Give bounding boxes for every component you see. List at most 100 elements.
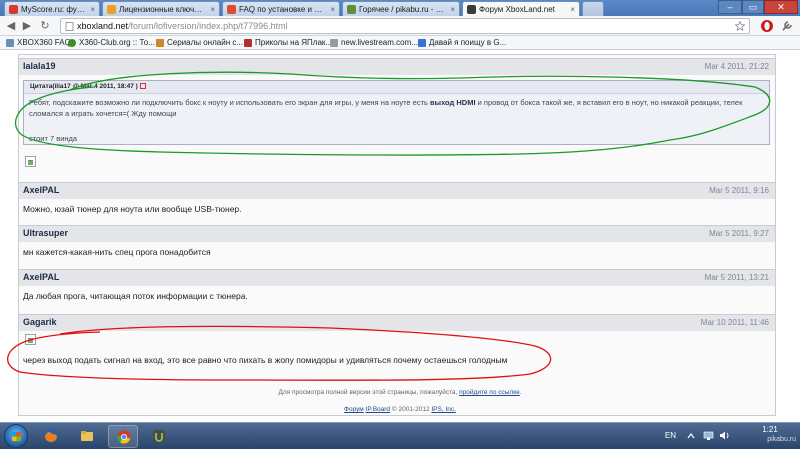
taskbar-utorrent[interactable]: [144, 425, 174, 448]
bookmark-google[interactable]: Давай я поищу в G...: [418, 37, 506, 49]
broken-image-icon: [25, 334, 36, 345]
bookmark-label: Давай я поищу в G...: [429, 38, 507, 47]
post-header: AxelPAL Mar 5 2011, 9:16: [19, 182, 775, 199]
quote-link-icon[interactable]: [139, 83, 146, 90]
bookmark-label: Сериалы онлайн с...: [167, 38, 243, 47]
post-author[interactable]: AxelPAL: [23, 185, 59, 195]
quote-bold-text: выход HDMI: [430, 98, 476, 107]
tab-pikabu[interactable]: Горячее / pikabu.ru - Все ×: [342, 1, 460, 16]
tab-label: MyScore.ru: футбол онлайн: [21, 5, 85, 14]
url-path: /forum/lofiversion/index.php/t77996.html: [128, 21, 288, 31]
opera-extension-icon[interactable]: [760, 19, 774, 33]
taskbar-firefox[interactable]: [36, 425, 66, 448]
close-tab-icon[interactable]: ×: [330, 2, 335, 16]
bookmark-label: X360-Club.org :: То...: [79, 38, 155, 47]
forward-icon[interactable]: ▶: [20, 19, 34, 33]
close-tab-icon[interactable]: ×: [210, 2, 215, 16]
close-tab-icon[interactable]: ×: [570, 2, 575, 16]
reload-icon[interactable]: ↻: [38, 19, 52, 33]
post-author[interactable]: lalala19: [23, 61, 56, 71]
post-author[interactable]: Gagarik: [23, 317, 57, 327]
xboxland-favicon-icon: [467, 5, 476, 14]
page-favicon-icon: [330, 39, 338, 47]
broken-image-icon: [25, 156, 36, 167]
taskbar-chrome[interactable]: [108, 425, 138, 448]
quote-text-part: Ребят, подскажите возможно ли подключить…: [29, 98, 431, 107]
wrench-menu-icon[interactable]: [780, 19, 794, 33]
tab-steam-keys[interactable]: Лицензионные ключи Steam ×: [102, 1, 220, 16]
bookmark-label: XBOX360 FAQ: [17, 38, 71, 47]
chrome-icon: [117, 430, 131, 444]
full-version-notice: Для просмотра полной версии этой страниц…: [278, 389, 522, 396]
post-date: Mar 5 2011, 9:16: [709, 186, 769, 195]
full-version-text: Для просмотра полной версии этой страниц…: [278, 389, 460, 396]
bookmark-x360-club[interactable]: X360-Club.org :: То...: [68, 37, 155, 49]
page-favicon-icon: [156, 39, 164, 47]
tab-xboxland[interactable]: Форум XboxLand.net ×: [462, 1, 580, 16]
copyright-text: © 2001-2012: [391, 406, 430, 413]
utorrent-icon: [153, 430, 165, 442]
ips-link[interactable]: IPS, Inc.: [431, 406, 456, 413]
post-author[interactable]: Ultrasuper: [23, 228, 68, 238]
network-icon[interactable]: [703, 430, 714, 441]
google-favicon-icon: [418, 39, 426, 47]
browser-toolbar: ◀ ▶ ↻ xboxland.net/forum/lofiversion/ind…: [0, 16, 800, 36]
ipboard-link[interactable]: IP.Board: [366, 406, 390, 413]
system-clock[interactable]: 1:21: [750, 425, 790, 435]
post-date: Mar 5 2011, 9:27: [709, 229, 769, 238]
page-icon: [65, 22, 74, 31]
windows-taskbar: EN 1:21 pikabu.ru: [0, 422, 800, 449]
url-host: xboxland.net: [77, 21, 129, 31]
firefox-icon: [44, 429, 58, 443]
start-button[interactable]: [4, 424, 28, 448]
new-tab-button[interactable]: [582, 1, 604, 16]
close-tab-icon[interactable]: ×: [90, 2, 95, 16]
back-icon[interactable]: ◀: [4, 19, 18, 33]
folder-icon: [81, 431, 93, 441]
forum-thread: lalala19 Mar 4 2011, 21:22 Цитата(ilia17…: [18, 54, 776, 416]
volume-icon[interactable]: [719, 430, 730, 441]
pikabu-watermark: pikabu.ru: [767, 436, 796, 443]
taskbar-explorer[interactable]: [72, 425, 102, 448]
myscore-favicon-icon: [9, 5, 18, 14]
clock-time: 1:21: [762, 425, 778, 434]
tab-myscore[interactable]: MyScore.ru: футбол онлайн ×: [4, 1, 100, 16]
close-window-icon[interactable]: ✕: [764, 0, 798, 14]
pikabu-favicon-icon: [347, 5, 356, 14]
bookmark-xbox360-faq[interactable]: XBOX360 FAQ: [6, 37, 71, 49]
bookmark-serials[interactable]: Сериалы онлайн с...: [156, 37, 243, 49]
steam-favicon-icon: [107, 5, 116, 14]
quote-header: Цитата(ilia17 @ Mar 4 2011, 18:47 ): [24, 81, 769, 94]
close-tab-icon[interactable]: ×: [450, 2, 455, 16]
post-text: через выход подать сигнал на вход, это в…: [23, 355, 508, 365]
page-content: lalala19 Mar 4 2011, 21:22 Цитата(ilia17…: [0, 50, 800, 422]
quote-block: Цитата(ilia17 @ Mar 4 2011, 18:47 ) Ребя…: [23, 80, 770, 145]
post-text: мн кажется-какая-нить спец прога понадоб…: [23, 247, 211, 257]
maximize-icon[interactable]: ▭: [742, 0, 764, 14]
address-bar[interactable]: xboxland.net/forum/lofiversion/index.php…: [60, 18, 750, 34]
tab-faq[interactable]: FAQ по установке и экспл ×: [222, 1, 340, 16]
post-text: Да любая прога, читающая поток информаци…: [23, 291, 248, 301]
bookmark-livestream[interactable]: new.livestream.com...: [330, 37, 418, 49]
post-header: Gagarik Mar 10 2011, 11:46: [19, 314, 775, 331]
post-author[interactable]: AxelPAL: [23, 272, 59, 282]
quote-text: Ребят, подскажите возможно ли подключить…: [29, 97, 761, 119]
post-date: Mar 4 2011, 21:22: [704, 62, 769, 71]
post-date: Mar 5 2011, 13:21: [704, 273, 769, 282]
yaplakal-favicon-icon: [244, 39, 252, 47]
bookmark-yaplakal[interactable]: Приколы на ЯПлак...: [244, 37, 332, 49]
full-version-link[interactable]: пройдите по ссылке: [459, 389, 520, 396]
tab-label: Форум XboxLand.net: [479, 5, 555, 14]
language-indicator[interactable]: EN: [665, 431, 676, 440]
minimize-icon[interactable]: –: [718, 0, 742, 14]
tab-label: FAQ по установке и экспл: [239, 5, 325, 14]
folder-icon: [6, 39, 14, 47]
tray-arrow-icon[interactable]: [686, 431, 696, 441]
post-header: lalala19 Mar 4 2011, 21:22: [19, 58, 775, 75]
bookmarks-bar: XBOX360 FAQ X360-Club.org :: То... Сериа…: [0, 36, 800, 50]
post-header: AxelPAL Mar 5 2011, 13:21: [19, 269, 775, 286]
bookmark-star-icon[interactable]: [735, 21, 745, 31]
quote-extra-line: стоит 7 винда: [29, 134, 78, 143]
forum-link[interactable]: Форум: [344, 406, 364, 413]
x360-club-favicon-icon: [68, 39, 76, 47]
